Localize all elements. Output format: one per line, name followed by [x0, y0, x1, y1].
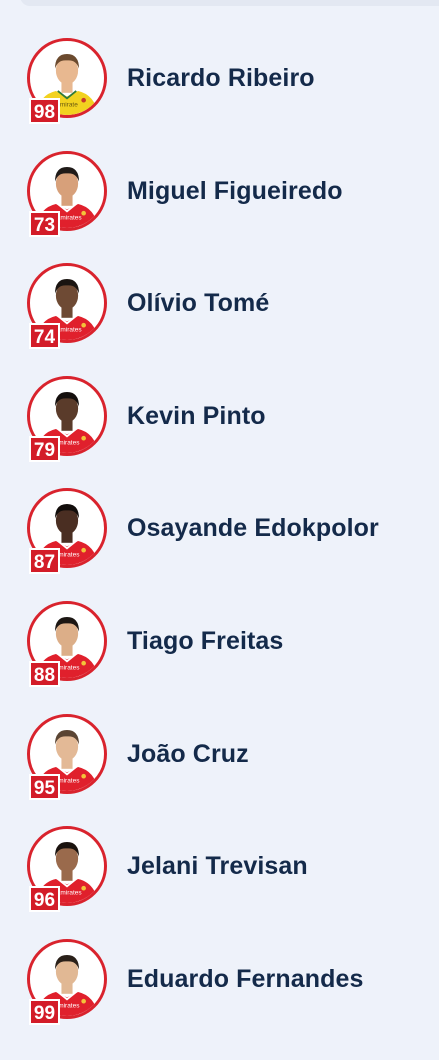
player-row[interactable]: mirates 87 Osayande Edokpolor	[0, 488, 439, 601]
player-row[interactable]: Emirates 96 Jelani Trevisan	[0, 826, 439, 939]
shirt-number-badge: 87	[29, 548, 60, 575]
player-row[interactable]: mirates 88 Tiago Freitas	[0, 600, 439, 714]
player-row[interactable]: mirates 99 Eduardo Fernandes	[0, 938, 439, 1052]
player-row[interactable]: mirates 79 Kevin Pinto	[0, 375, 439, 489]
shirt-number-badge: 88	[29, 660, 60, 687]
player-avatar-wrap: mirate 98	[27, 38, 113, 124]
player-row[interactable]: Emirates 74 Olívio Tomé	[0, 263, 439, 376]
player-name[interactable]: Miguel Figueiredo	[127, 177, 343, 206]
player-name[interactable]: Kevin Pinto	[127, 402, 266, 431]
shirt-sponsor-text: mirates	[58, 552, 79, 559]
player-name[interactable]: João Cruz	[127, 740, 249, 769]
shirt-sponsor-text: mirate	[60, 102, 78, 109]
player-row[interactable]: mirates 95 João Cruz	[0, 713, 439, 827]
player-list: mirate 98 Ricardo Ribeiro Emirates 73 Miguel …	[0, 38, 439, 1051]
top-card-edge	[20, 0, 439, 6]
player-avatar-wrap: Emirates 74	[27, 263, 113, 350]
player-avatar-wrap: mirates 95	[27, 713, 113, 800]
player-name[interactable]: Eduardo Fernandes	[127, 965, 363, 994]
shirt-sponsor-text: mirates	[58, 1002, 79, 1009]
player-name[interactable]: Osayande Edokpolor	[127, 514, 379, 543]
player-name[interactable]: Tiago Freitas	[127, 627, 283, 656]
shirt-number-badge: 96	[29, 886, 60, 913]
player-avatar-wrap: mirates 99	[27, 938, 113, 1025]
player-avatar-wrap: mirates 79	[27, 375, 113, 462]
shirt-number-badge: 99	[29, 998, 60, 1025]
player-name[interactable]: Jelani Trevisan	[127, 852, 308, 881]
shirt-number-badge: 95	[29, 773, 60, 800]
shirt-sponsor-text: mirates	[58, 665, 79, 672]
shirt-number-badge: 73	[29, 210, 60, 237]
shirt-number-badge: 74	[29, 323, 60, 350]
player-avatar-wrap: Emirates 96	[27, 826, 113, 913]
player-name[interactable]: Olívio Tomé	[127, 289, 269, 318]
player-avatar-wrap: mirates 88	[27, 600, 113, 687]
player-row[interactable]: Emirates 73 Miguel Figueiredo	[0, 150, 439, 264]
player-avatar-wrap: Emirates 73	[27, 150, 113, 237]
shirt-sponsor-text: mirates	[58, 439, 79, 446]
player-avatar-wrap: mirates 87	[27, 488, 113, 575]
player-row[interactable]: mirate 98 Ricardo Ribeiro	[0, 38, 439, 151]
shirt-number-badge: 98	[29, 98, 60, 124]
shirt-number-badge: 79	[29, 435, 60, 462]
shirt-sponsor-text: mirates	[58, 777, 79, 784]
player-name[interactable]: Ricardo Ribeiro	[127, 64, 315, 93]
